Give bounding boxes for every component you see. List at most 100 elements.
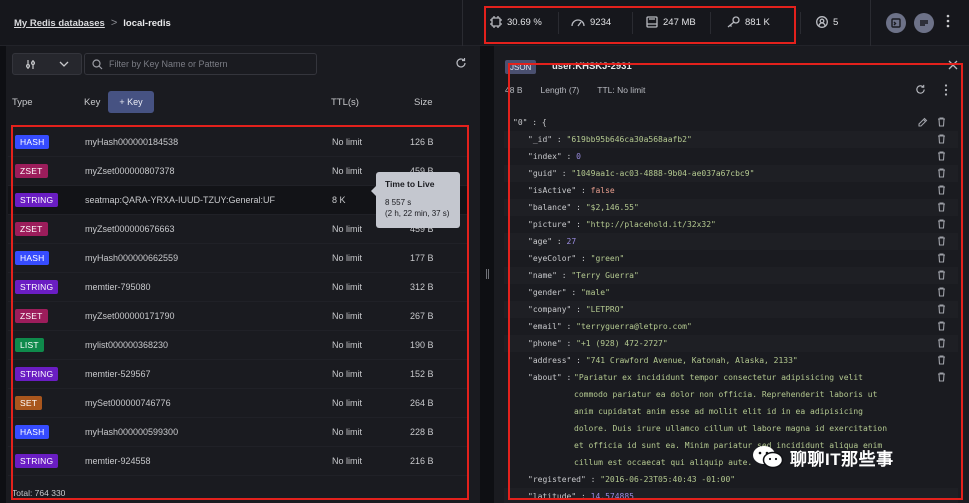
key-row[interactable]: LIST mylist000000368230 No limit 190 B <box>8 331 468 360</box>
delete-icon[interactable] <box>937 150 946 163</box>
json-key: "company" <box>528 305 572 314</box>
json-field[interactable]: "_id" : "619bb95b646ca30a568aafb2" <box>504 131 958 148</box>
key-name: myZset000000807378 <box>85 166 175 176</box>
json-value: "1049aa1c-ac03-4888-9b04-ae037a67cbc9" <box>571 169 755 178</box>
speed-gauge-icon <box>571 16 585 28</box>
delete-icon[interactable] <box>937 201 946 214</box>
search-icon <box>92 58 103 70</box>
key-name: myHash000000599300 <box>85 427 179 437</box>
column-ttl[interactable]: TTL(s) <box>331 97 359 108</box>
json-field[interactable]: "gender" : "male" <box>504 284 958 301</box>
json-field[interactable]: "balance" : "$2,146.55" <box>504 199 958 216</box>
json-value: "+1 (928) 472-2727" <box>576 339 668 348</box>
json-key: "_id" <box>528 135 553 144</box>
json-key: "address" <box>528 356 572 365</box>
refresh-keys-button[interactable] <box>455 57 467 69</box>
selected-key-name[interactable]: user:KHSKJ-2931 <box>552 61 632 72</box>
delete-icon[interactable] <box>937 371 946 384</box>
more-vertical-icon[interactable] <box>944 84 948 98</box>
delete-icon[interactable] <box>937 252 946 265</box>
key-type-badge: ZSET <box>15 164 48 178</box>
profiler-button[interactable] <box>914 13 934 33</box>
json-value: "LETPRO" <box>585 305 625 314</box>
splitter-grip-line <box>488 269 489 279</box>
column-size[interactable]: Size <box>414 97 432 108</box>
memory-icon <box>646 16 658 28</box>
json-field[interactable]: "email" : "terryguerra@letpro.com" <box>504 318 958 335</box>
key-icon <box>727 16 740 28</box>
delete-icon[interactable] <box>937 235 946 248</box>
key-row[interactable]: STRING memtier-924558 No limit 216 B <box>8 447 468 476</box>
delete-icon[interactable] <box>937 286 946 299</box>
json-field-registered[interactable]: "registered" : "2016-06-23T05:40:43 -01:… <box>504 471 958 488</box>
key-row[interactable]: STRING memtier-795080 No limit 312 B <box>8 273 468 302</box>
stat-ops-value: 9234 <box>590 16 612 28</box>
column-type: Type <box>12 97 33 108</box>
json-field-latitude[interactable]: "latitude" : 14.574885 <box>504 488 958 503</box>
json-field[interactable]: "phone" : "+1 (928) 472-2727" <box>504 335 958 352</box>
filter-sliders-icon <box>25 59 36 70</box>
json-field[interactable]: "name" : "Terry Guerra" <box>504 267 958 284</box>
breadcrumb-databases-link[interactable]: My Redis databases <box>14 18 105 29</box>
wechat-logo-icon <box>752 444 784 470</box>
stat-memory: 247 MB <box>646 16 696 28</box>
delete-icon[interactable] <box>937 116 946 129</box>
key-ttl[interactable]: TTL: No limit <box>597 85 645 95</box>
delete-icon[interactable] <box>937 218 946 231</box>
stat-ops: 9234 <box>571 16 611 28</box>
json-value: false <box>590 186 615 195</box>
stat-divider <box>710 12 711 34</box>
cli-button[interactable] <box>886 13 906 33</box>
key-row[interactable]: ZSET myZset000000171790 No limit 267 B <box>8 302 468 331</box>
add-key-button[interactable]: + Key <box>108 91 154 113</box>
stat-cpu-value: 30.69 % <box>507 16 542 28</box>
json-field[interactable]: "company" : "LETPRO" <box>504 301 958 318</box>
key-row[interactable]: HASH myHash000000184538 No limit 126 B <box>8 128 468 157</box>
json-field[interactable]: "index" : 0 <box>504 148 958 165</box>
json-field[interactable]: "address" : "741 Crawford Avenue, Katona… <box>504 352 958 369</box>
key-row[interactable]: HASH myHash000000662559 No limit 177 B <box>8 244 468 273</box>
terminal-icon <box>891 18 901 28</box>
delete-icon[interactable] <box>937 269 946 282</box>
topbar-divider <box>462 0 463 46</box>
delete-icon[interactable] <box>937 167 946 180</box>
delete-icon[interactable] <box>937 337 946 350</box>
tooltip-duration: (2 h, 22 min, 37 s) <box>385 209 450 218</box>
stat-memory-value: 247 MB <box>663 16 696 28</box>
cpu-icon <box>490 16 502 28</box>
json-field[interactable]: "eyeColor" : "green" <box>504 250 958 267</box>
key-row[interactable]: STRING memtier-529567 No limit 152 B <box>8 360 468 389</box>
key-search-input[interactable]: Filter by Key Name or Pattern <box>84 53 317 75</box>
key-size: 267 B <box>410 311 434 321</box>
key-name: memtier-924558 <box>85 456 151 466</box>
key-type-badge: ZSET <box>15 222 48 236</box>
stat-divider <box>800 12 801 34</box>
key-row[interactable]: HASH myHash000000599300 No limit 228 B <box>8 418 468 447</box>
key-row[interactable]: SET mySet000000746776 No limit 264 B <box>8 389 468 418</box>
close-details-button[interactable] <box>948 60 958 70</box>
json-field[interactable]: "guid" : "1049aa1c-ac03-4888-9b04-ae037a… <box>504 165 958 182</box>
json-key: "eyeColor" <box>528 254 577 263</box>
json-field[interactable]: "isActive" : false <box>504 182 958 199</box>
json-field[interactable]: "picture" : "http://placehold.it/32x32" <box>504 216 958 233</box>
delete-icon[interactable] <box>937 133 946 146</box>
refresh-value-button[interactable] <box>915 84 926 95</box>
delete-icon[interactable] <box>937 303 946 316</box>
json-field[interactable]: "age" : 27 <box>504 233 958 250</box>
delete-icon[interactable] <box>937 320 946 333</box>
stat-clients: 5 <box>816 16 838 28</box>
stat-cpu: 30.69 % <box>490 16 542 28</box>
json-value: "619bb95b646ca30a568aafb2" <box>566 135 692 144</box>
json-key: "picture" <box>528 220 572 229</box>
stat-divider <box>558 12 559 34</box>
key-name: myZset000000676663 <box>85 224 175 234</box>
panel-splitter[interactable] <box>480 46 494 503</box>
delete-icon[interactable] <box>937 184 946 197</box>
key-ttl: No limit <box>332 166 363 176</box>
stat-divider <box>632 12 633 34</box>
key-type-filter[interactable] <box>12 53 82 75</box>
delete-icon[interactable] <box>937 354 946 367</box>
more-vertical-icon[interactable] <box>946 14 950 28</box>
json-about-text-line: dolore. Duis irure ullamco cillum ut lab… <box>574 424 888 433</box>
edit-icon[interactable] <box>918 117 928 129</box>
